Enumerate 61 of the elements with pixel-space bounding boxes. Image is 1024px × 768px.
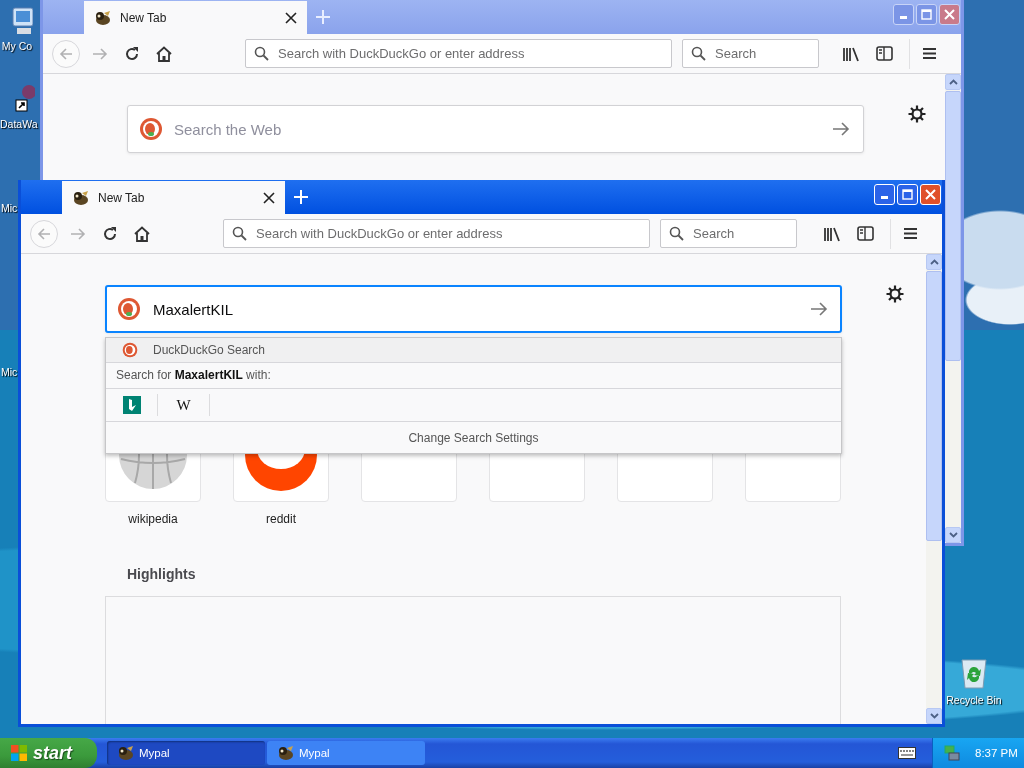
keyboard-icon[interactable]: [898, 747, 916, 759]
search-icon: [232, 226, 247, 241]
maximize-icon: [902, 189, 913, 200]
scroll-down-button[interactable]: [926, 708, 942, 724]
section-heading: Highlights: [127, 566, 196, 582]
maximize-icon: [921, 9, 932, 20]
round-logo-icon: [117, 297, 141, 321]
clock: 8:37 PM: [975, 747, 1018, 759]
logo-icon: [122, 396, 141, 414]
search-field[interactable]: Search: [660, 219, 797, 248]
search-icon: [254, 46, 269, 61]
sidebar-icon[interactable]: [857, 226, 874, 241]
chevron-up-icon: [929, 259, 939, 265]
scroll-up-button[interactable]: [945, 74, 961, 90]
top-site-label: reddit: [266, 512, 296, 526]
chevron-down-icon: [929, 713, 939, 719]
animal-icon: [72, 189, 90, 206]
top-site-label: wikipedia: [128, 512, 178, 526]
scrollbar-thumb[interactable]: [945, 91, 961, 361]
desktop-icon-label[interactable]: Mic: [1, 202, 18, 214]
chevron-up-icon: [948, 79, 958, 85]
shortcut-icon[interactable]: [12, 84, 35, 114]
arrow-right-icon[interactable]: [810, 302, 828, 316]
recycle-bin-icon[interactable]: [959, 656, 989, 690]
round-logo-icon: [122, 342, 138, 358]
close-tab-icon[interactable]: [285, 11, 297, 24]
start-button[interactable]: start: [0, 738, 97, 768]
close-icon: [944, 9, 955, 20]
home-icon[interactable]: [134, 225, 150, 242]
search-engine-button[interactable]: W: [158, 394, 210, 416]
library-icon[interactable]: [823, 225, 841, 242]
close-icon: [925, 189, 936, 200]
search-for-text: Search for MaxalertKIL with:: [106, 363, 841, 389]
back-arrow-icon: [59, 46, 73, 61]
change-settings-button[interactable]: Change Search Settings: [106, 422, 841, 453]
search-icon: [691, 46, 706, 61]
desktop-icon-label[interactable]: Mic: [1, 366, 18, 378]
scrollbar-thumb[interactable]: [926, 271, 942, 541]
address-field[interactable]: Search with DuckDuckGo or enter address: [223, 219, 650, 248]
scroll-up-button[interactable]: [926, 254, 942, 270]
web-search-field[interactable]: MaxalertKIL: [105, 285, 842, 333]
computer-icon[interactable]: [11, 6, 33, 36]
back-arrow-icon: [37, 226, 51, 241]
round-logo-icon: [139, 117, 163, 141]
scroll-down-button[interactable]: [945, 527, 961, 543]
search-icon: [669, 226, 684, 241]
suggestion-item[interactable]: DuckDuckGo Search: [106, 338, 841, 363]
close-tab-icon[interactable]: [263, 191, 275, 204]
chevron-down-icon: [948, 532, 958, 538]
settings-icon[interactable]: [886, 285, 904, 303]
animal-icon: [117, 745, 135, 761]
flag-icon: [10, 744, 28, 762]
taskbar-button[interactable]: Mypal: [267, 741, 425, 765]
animal-icon: [277, 745, 295, 761]
tab[interactable]: New Tab: [62, 181, 285, 214]
menu-icon[interactable]: [903, 227, 918, 240]
reload-icon[interactable]: [102, 225, 118, 242]
desktop-icon-label[interactable]: DataWa: [0, 118, 38, 130]
animal-icon: [94, 9, 112, 26]
desktop-icon-label[interactable]: My Co: [1, 40, 33, 52]
taskbar-button[interactable]: Mypal: [107, 741, 265, 765]
